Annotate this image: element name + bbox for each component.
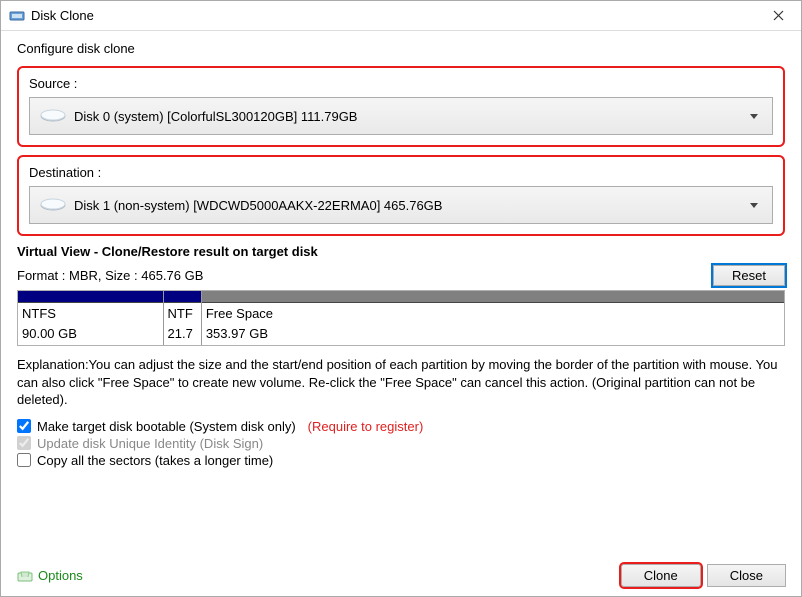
partition[interactable]: Free Space353.97 GB [202,291,784,345]
partition[interactable]: NTF21.7 [164,291,202,345]
partition-name: Free Space [202,303,784,323]
chevron-down-icon [750,114,758,119]
partition-color-bar [18,291,163,303]
partition-map[interactable]: NTFS90.00 GBNTF21.7Free Space353.97 GB [17,290,785,346]
virtual-view-format: Format : MBR, Size : 465.76 GB [17,268,203,283]
check-copyall-input[interactable] [17,453,31,467]
check-bootable-label: Make target disk bootable (System disk o… [37,419,296,434]
source-disk-text: Disk 0 (system) [ColorfulSL300120GB] 111… [74,109,742,124]
check-uniqueid: Update disk Unique Identity (Disk Sign) [17,436,785,451]
partition-size: 353.97 GB [202,323,784,343]
partition-name: NTF [164,303,201,323]
page-heading: Configure disk clone [17,41,785,56]
partition-size: 21.7 [164,323,201,343]
partition-color-bar [202,291,784,303]
virtual-view-section: Virtual View - Clone/Restore result on t… [17,244,785,346]
source-label: Source : [29,76,773,91]
destination-section: Destination : Disk 1 (non-system) [WDCWD… [17,155,785,236]
check-bootable[interactable]: Make target disk bootable (System disk o… [17,419,785,434]
explanation-text: Explanation:You can adjust the size and … [17,356,785,409]
close-button[interactable]: Close [707,564,786,587]
close-icon [773,10,784,21]
check-bootable-note: (Require to register) [308,419,424,434]
destination-disk-dropdown[interactable]: Disk 1 (non-system) [WDCWD5000AAKX-22ERM… [29,186,773,224]
check-uniqueid-label: Update disk Unique Identity (Disk Sign) [37,436,263,451]
clone-button[interactable]: Clone [621,564,701,587]
disk-icon [40,197,66,213]
partition-color-bar [164,291,201,303]
options-icon [16,567,34,585]
options-link[interactable]: Options [38,568,83,583]
reset-button[interactable]: Reset [713,265,785,286]
partition-size: 90.00 GB [18,323,163,343]
check-uniqueid-input [17,436,31,450]
partition-name: NTFS [18,303,163,323]
source-section: Source : Disk 0 (system) [ColorfulSL3001… [17,66,785,147]
destination-label: Destination : [29,165,773,180]
window-close-button[interactable] [755,1,801,31]
disk-icon [40,108,66,124]
check-copyall[interactable]: Copy all the sectors (takes a longer tim… [17,453,785,468]
virtual-view-title: Virtual View - Clone/Restore result on t… [17,244,785,259]
check-bootable-input[interactable] [17,419,31,433]
window-title: Disk Clone [31,8,755,23]
partition[interactable]: NTFS90.00 GB [18,291,164,345]
check-copyall-label: Copy all the sectors (takes a longer tim… [37,453,273,468]
chevron-down-icon [750,203,758,208]
app-icon [9,8,25,24]
destination-disk-text: Disk 1 (non-system) [WDCWD5000AAKX-22ERM… [74,198,742,213]
source-disk-dropdown[interactable]: Disk 0 (system) [ColorfulSL300120GB] 111… [29,97,773,135]
